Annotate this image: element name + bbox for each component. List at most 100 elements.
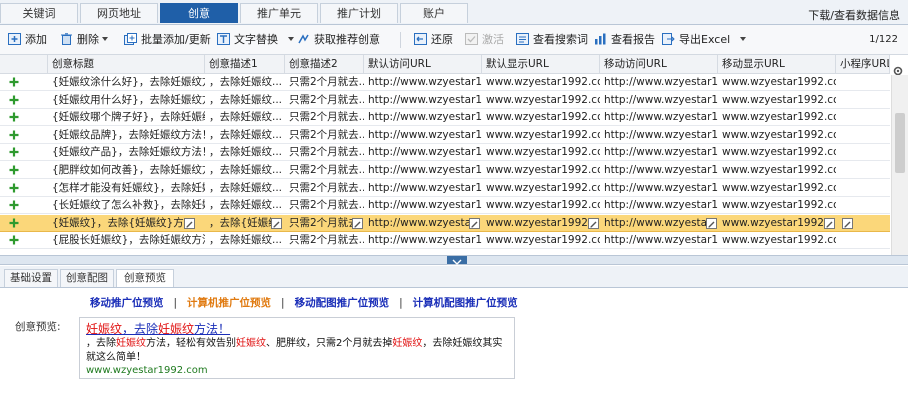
table-cell[interactable]: ，去除妊娠纹...: [205, 74, 285, 91]
table-cell[interactable]: http://www.wzyestar19...: [364, 180, 482, 197]
tab-creative-image[interactable]: 创意配图: [60, 269, 114, 287]
column-header[interactable]: 创意标题: [48, 55, 205, 73]
expand-plus-icon[interactable]: [9, 130, 19, 140]
table-cell[interactable]: www.wzyestar1992.com: [718, 127, 836, 144]
tab-creative[interactable]: 创意: [160, 3, 238, 23]
table-cell[interactable]: 只需2个月就去...: [285, 92, 364, 109]
edit-pencil-icon[interactable]: [824, 217, 835, 229]
table-row[interactable]: {屁股长妊娠纹}，去除妊娠纹方法！，去除妊娠纹...只需2个月就去...http…: [0, 232, 890, 250]
table-cell[interactable]: http://www.wzyestar19...: [600, 127, 718, 144]
tab-ad-group[interactable]: 推广单元: [240, 3, 318, 23]
tab-web-address[interactable]: 网页地址: [80, 3, 158, 23]
table-cell[interactable]: http://www.wzyestar19...: [600, 144, 718, 161]
table-cell[interactable]: ，去除妊娠纹...: [205, 127, 285, 144]
table-cell[interactable]: www.wzyestar1992.com: [482, 215, 588, 232]
restore-button[interactable]: 还原: [414, 33, 453, 47]
mobile-image-preview-link[interactable]: 移动配图推广位预览: [295, 297, 390, 309]
table-cell[interactable]: {怎样才能没有妊娠纹}，去除妊娠...: [48, 180, 205, 197]
column-header[interactable]: 默认显示URL: [482, 55, 600, 73]
table-cell[interactable]: http://www.wzyestar19...: [600, 109, 718, 126]
desktop-image-preview-link[interactable]: 计算机配图推广位预览: [413, 297, 518, 309]
column-header[interactable]: 移动访问URL: [600, 55, 718, 73]
text-replace-button[interactable]: 文字替换: [217, 33, 294, 47]
preview-title[interactable]: 妊娠纹，去除妊娠纹方法！: [86, 320, 230, 337]
table-cell[interactable]: 只需2个月就去...: [285, 109, 364, 126]
tab-campaign[interactable]: 推广计划: [320, 3, 398, 23]
table-row[interactable]: {妊娠纹用什么好}，去除妊娠纹方...，去除妊娠纹...只需2个月就去... ht…: [0, 92, 890, 109]
column-header[interactable]: 创意描述1: [205, 55, 285, 73]
expand-plus-icon[interactable]: [9, 218, 19, 228]
column-header[interactable]: 创意描述2: [285, 55, 364, 73]
table-cell[interactable]: www.wzyestar1992.com: [482, 162, 600, 179]
table-cell[interactable]: www.wzyestar1992.com: [482, 92, 600, 109]
table-cell[interactable]: ，去除{妊娠纹: [205, 215, 271, 232]
table-row[interactable]: {妊娠纹品牌}，去除妊娠纹方法！ ，去除妊娠纹... 只需2个月就去... http:…: [0, 127, 890, 144]
delete-button[interactable]: 删除: [60, 33, 108, 47]
edit-pencil-icon[interactable]: [706, 217, 717, 229]
table-cell[interactable]: 只需2个月就去...: [285, 74, 364, 91]
table-cell[interactable]: 只需2个月就去...: [285, 162, 364, 179]
edit-pencil-icon[interactable]: [469, 217, 480, 229]
download-data-link[interactable]: 下载/查看数据信息: [808, 7, 900, 23]
expand-plus-icon[interactable]: [9, 165, 19, 175]
mobile-preview-link[interactable]: 移动推广位预览: [90, 297, 164, 309]
activate-button[interactable]: 激活: [465, 33, 504, 47]
table-cell[interactable]: www.wzyestar1992.com: [718, 180, 836, 197]
table-cell[interactable]: 只需2个月就去...: [285, 232, 364, 249]
desktop-preview-link[interactable]: 计算机推广位预览: [187, 297, 271, 309]
table-cell[interactable]: http://www.wzyestar19...: [364, 74, 482, 91]
expand-plus-icon[interactable]: [9, 95, 19, 105]
table-cell[interactable]: 只需2个月就去: [285, 215, 352, 232]
table-cell[interactable]: {屁股长妊娠纹}，去除妊娠纹方法！: [48, 232, 205, 249]
table-cell[interactable]: http://www.wzyestar19...: [600, 232, 718, 249]
table-row[interactable]: {妊娠纹涂什么好}，去除妊娠纹方...，去除妊娠纹...只需2个月就去...ht…: [0, 74, 890, 91]
add-button[interactable]: 添加: [8, 33, 47, 47]
table-cell[interactable]: 只需2个月就去...: [285, 127, 364, 144]
view-search-terms-button[interactable]: 查看搜索词: [516, 33, 588, 47]
table-cell[interactable]: {妊娠纹涂什么好}，去除妊娠纹方...: [48, 74, 205, 91]
expand-plus-icon[interactable]: [9, 200, 19, 210]
table-row[interactable]: {妊娠纹产品}，去除妊娠纹方法！ ，去除妊娠纹... 只需2个月就去... http:…: [0, 144, 890, 162]
table-cell[interactable]: www.wzyestar1992.com: [482, 127, 600, 144]
table-cell[interactable]: www.wzyestar1992.com: [718, 162, 836, 179]
chevron-down-icon[interactable]: [288, 37, 294, 41]
table-cell[interactable]: www.wzyestar1992.com: [482, 232, 600, 249]
table-cell[interactable]: ，去除妊娠纹...: [205, 144, 285, 161]
table-cell[interactable]: 只需2个月就去...: [285, 180, 364, 197]
panel-splitter[interactable]: [0, 255, 908, 265]
table-cell[interactable]: www.wzyestar1992.com: [482, 74, 600, 91]
table-cell[interactable]: {妊娠纹哪个牌子好}，去除妊娠纹...: [48, 109, 205, 126]
edit-pencil-icon[interactable]: [271, 217, 282, 229]
table-cell[interactable]: http://www.wzyestar19...: [600, 162, 718, 179]
chevron-down-icon[interactable]: [102, 37, 108, 41]
table-cell[interactable]: www.wzyestar1992.com: [482, 180, 600, 197]
expand-plus-icon[interactable]: [9, 147, 19, 157]
table-cell[interactable]: 只需2个月就去...: [285, 197, 364, 214]
batch-add-update-button[interactable]: 批量添加/更新: [124, 33, 211, 47]
table-cell[interactable]: {妊娠纹用什么好}，去除妊娠纹方...: [48, 92, 205, 109]
table-cell[interactable]: ，去除妊娠纹...: [205, 92, 285, 109]
chevron-down-icon[interactable]: [740, 37, 747, 41]
table-cell[interactable]: http://www.wzyestar19...: [600, 92, 718, 109]
table-cell[interactable]: {妊娠纹产品}，去除妊娠纹方法！: [48, 144, 205, 161]
table-row[interactable]: {肥胖纹如何改善}，去除妊娠纹方...，去除妊娠纹...只需2个月就去...ht…: [0, 162, 890, 179]
table-cell[interactable]: 只需2个月就去...: [285, 144, 364, 161]
table-cell[interactable]: http://www.wzyestar19...: [600, 215, 706, 232]
expand-plus-icon[interactable]: [9, 77, 19, 87]
table-cell[interactable]: ，去除妊娠纹...: [205, 180, 285, 197]
tab-basic-settings[interactable]: 基础设置: [4, 269, 58, 287]
table-cell[interactable]: http://www.wzyestar19...: [364, 127, 482, 144]
edit-pencil-icon[interactable]: [588, 217, 599, 229]
table-cell[interactable]: http://www.wzyestar19...: [600, 197, 718, 214]
table-row[interactable]: {怎样才能没有妊娠纹}，去除妊娠...，去除妊娠纹...只需2个月就去...ht…: [0, 180, 890, 197]
tab-keywords[interactable]: 关键词: [0, 3, 78, 23]
column-header[interactable]: 小程序URL: [836, 55, 890, 73]
column-header[interactable]: 移动显示URL: [718, 55, 836, 73]
table-cell[interactable]: ，去除妊娠纹...: [205, 109, 285, 126]
table-cell[interactable]: {肥胖纹如何改善}，去除妊娠纹方...: [48, 162, 205, 179]
table-cell[interactable]: http://www.wzyestar19...: [364, 109, 482, 126]
tab-creative-preview[interactable]: 创意预览: [116, 269, 174, 287]
table-cell[interactable]: {妊娠纹}，去除{妊娠纹}方法！: [48, 215, 184, 232]
expand-plus-icon[interactable]: [9, 235, 19, 245]
edit-pencil-icon[interactable]: [184, 217, 195, 229]
